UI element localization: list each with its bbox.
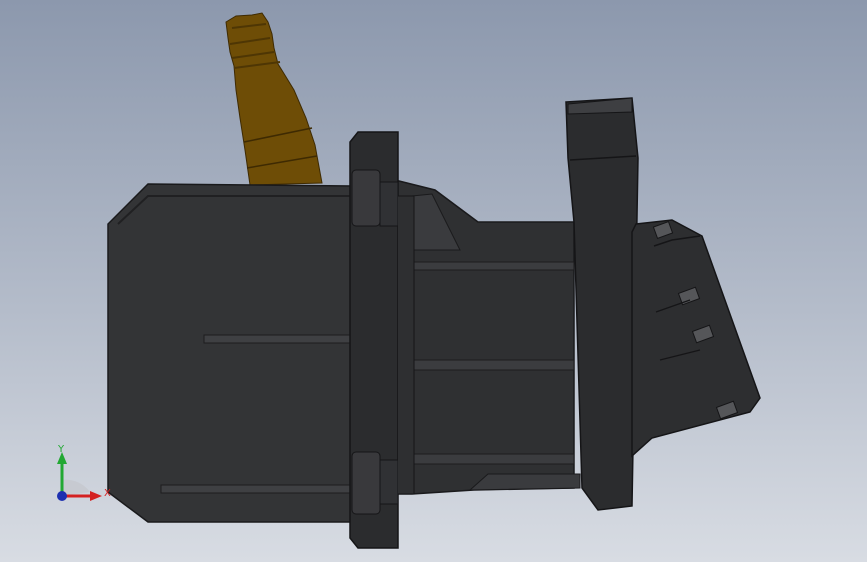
y-axis-label: Y	[57, 444, 65, 455]
front-body[interactable]	[394, 179, 581, 495]
coordinate-triad: Y X	[57, 444, 111, 501]
mating-face[interactable]	[631, 219, 761, 458]
cable-boot[interactable]	[225, 12, 323, 186]
x-axis-label: X	[104, 488, 111, 499]
graphics-viewport[interactable]: Y X	[0, 0, 867, 562]
z-axis-dot	[57, 491, 67, 501]
connector-model[interactable]	[0, 0, 867, 562]
locking-lever[interactable]	[565, 97, 639, 511]
rear-housing[interactable]	[107, 183, 353, 523]
